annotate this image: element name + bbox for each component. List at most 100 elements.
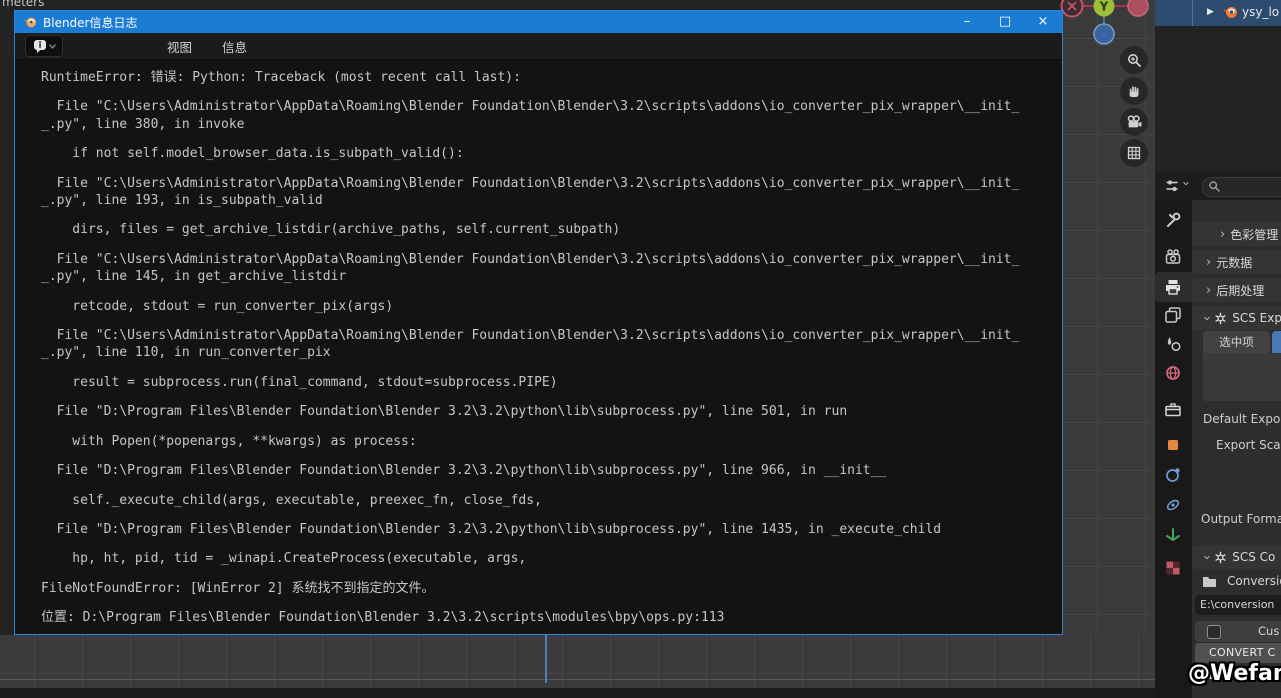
close-button[interactable]: × (1024, 11, 1062, 33)
log-paragraph: File "C:\Users\Administrator\AppData\Roa… (41, 98, 1062, 133)
checkbox-icon[interactable] (1207, 625, 1221, 639)
panel-color-management[interactable]: › 色彩管理 (1192, 222, 1281, 246)
status-bar (0, 688, 1155, 698)
tab-selected-items[interactable]: 选中项 (1203, 331, 1270, 353)
axis-x-neg-icon (1128, 0, 1148, 16)
search-icon (1208, 180, 1221, 193)
axis-z-icon (1094, 24, 1114, 44)
log-paragraph: with Popen(*popenargs, **kwargs) as proc… (41, 433, 1062, 450)
info-editor-icon (33, 39, 47, 54)
chevron-down-icon: › (1200, 315, 1213, 320)
editor-type-button[interactable] (25, 35, 63, 57)
tab-physics-properties[interactable] (1163, 465, 1183, 485)
zoom-in-icon[interactable] (1120, 46, 1148, 74)
panel-scs-export[interactable]: › SCS Exp (1192, 306, 1281, 330)
outliner-separator (1192, 0, 1193, 26)
tab-data-properties[interactable] (1163, 524, 1183, 544)
panel-label: 元数据 (1216, 254, 1252, 271)
conversion-path-row: Conversio (1202, 574, 1281, 588)
panel-label: 色彩管理 (1230, 226, 1278, 243)
chevron-down-icon[interactable]: › (1179, 181, 1192, 186)
viewport-major-gridline (0, 679, 1155, 680)
search-input[interactable] (1202, 177, 1281, 197)
info-log-dialog: Blender信息日志 – □ × 视图 信息 Ru (14, 10, 1063, 635)
tab-constraint-properties[interactable] (1163, 495, 1183, 515)
panel-label: SCS Exp (1232, 311, 1281, 325)
tab-texture-properties[interactable] (1163, 558, 1183, 578)
tab-tool-properties[interactable] (1163, 210, 1183, 230)
conversion-path-label: Conversio (1227, 574, 1281, 588)
log-paragraph: self._execute_child(args, executable, pr… (41, 492, 1062, 509)
folder-icon (1202, 575, 1217, 588)
scs-addon-icon (1214, 312, 1227, 325)
panel-label: 后期处理 (1216, 282, 1264, 299)
blender-app: meters Y (0, 0, 1281, 698)
chevron-right-icon: › (1206, 256, 1211, 269)
default-export-label: Default Expo.. (1203, 412, 1281, 426)
axis-y-icon: Y (1094, 0, 1115, 17)
custom-option-label: Cus (1258, 624, 1279, 638)
chevron-down-icon: › (1200, 554, 1213, 559)
dialog-title: Blender信息日志 (43, 14, 138, 31)
axis-y-label: Y (1099, 0, 1109, 14)
minimize-button[interactable]: – (948, 11, 986, 33)
axis-x-icon (1062, 0, 1083, 17)
panel-metadata[interactable]: › 元数据 (1192, 250, 1281, 274)
log-paragraph: FileNotFoundError: [WinError 2] 系统找不到指定的… (41, 580, 1062, 597)
scs-addon-icon (1214, 551, 1227, 564)
log-paragraph: hp, ht, pid, tid = _winapi.CreateProcess… (41, 550, 1062, 567)
blender-logo-icon (23, 15, 37, 29)
background-panel-text: meters (2, 0, 44, 9)
pan-hand-icon[interactable] (1120, 77, 1148, 105)
dialog-titlebar[interactable]: Blender信息日志 – □ × (15, 11, 1062, 33)
tab-object-properties[interactable] (1163, 435, 1183, 455)
tab-output-properties[interactable] (1163, 277, 1183, 297)
menu-info[interactable]: 信息 (210, 37, 259, 56)
properties-header: › (1155, 172, 1281, 200)
maximize-button[interactable]: □ (986, 11, 1024, 33)
output-format-label: Output Forma (1201, 512, 1281, 526)
convert-current-button[interactable]: CONVERT C (1195, 643, 1281, 663)
log-content: RuntimeError: 错误: Python: Traceback (mos… (15, 60, 1062, 634)
tab-world-properties[interactable] (1163, 363, 1183, 383)
chevron-right-icon: › (1220, 228, 1225, 241)
watermark-text: @Wefans (1188, 661, 1281, 686)
log-paragraph: result = subprocess.run(final_command, s… (41, 374, 1062, 391)
properties-tab-bar (1155, 200, 1192, 698)
log-paragraph: File "D:\Program Files\Blender Foundatio… (41, 521, 1062, 538)
log-paragraph: if not self.model_browser_data.is_subpat… (41, 145, 1062, 162)
log-paragraph: File "C:\Users\Administrator\AppData\Roa… (41, 175, 1062, 210)
tab-scene-properties[interactable] (1163, 334, 1183, 354)
toggle-grid-icon[interactable] (1120, 139, 1148, 167)
log-paragraph: File "C:\Users\Administrator\AppData\Roa… (41, 327, 1062, 362)
chevron-right-icon: › (1206, 284, 1211, 297)
camera-view-icon[interactable] (1120, 108, 1148, 136)
selected-object-outline (545, 635, 547, 683)
viewport-grid-bottom (0, 635, 1155, 688)
custom-option-row[interactable]: Cus (1195, 621, 1281, 642)
log-paragraph: 位置: D:\Program Files\Blender Foundation\… (41, 609, 1062, 626)
export-scale-label: Export Scale (1216, 438, 1281, 452)
tab-next-segment[interactable] (1272, 331, 1281, 353)
menu-view[interactable]: 视图 (155, 37, 204, 56)
outliner-selected-row[interactable]: ▶ ysy_lo (1155, 0, 1281, 26)
log-paragraph: RuntimeError: 错误: Python: Traceback (mos… (41, 69, 1062, 86)
log-paragraph: retcode, stdout = run_converter_pix(args… (41, 298, 1062, 315)
blend-file-icon (1222, 4, 1238, 20)
panel-post-processing[interactable]: › 后期处理 (1192, 278, 1281, 302)
log-paragraph: File "D:\Program Files\Blender Foundatio… (41, 462, 1062, 479)
chevron-down-icon (49, 44, 56, 49)
conversion-path-field[interactable]: E:\conversion (1195, 595, 1281, 615)
viewport-grid-right (1063, 0, 1155, 688)
export-list-box[interactable] (1203, 353, 1281, 401)
tab-collection-properties[interactable] (1163, 400, 1183, 420)
viewport-axis-gizmo[interactable]: Y (1056, 0, 1156, 48)
panel-scs-conversion[interactable]: › SCS Co (1192, 545, 1281, 569)
panel-label: SCS Co (1232, 550, 1275, 564)
properties-panel: › 色彩管理 › 元数据 › 后期处理 › SCS Exp 选中项 Defaul… (1192, 200, 1281, 698)
outliner-item-label[interactable]: ysy_lo (1242, 5, 1279, 19)
tab-render-properties[interactable] (1163, 247, 1183, 267)
tab-view-layer-properties[interactable] (1163, 305, 1183, 325)
expand-arrow-icon[interactable]: ▶ (1207, 7, 1214, 17)
dialog-menubar: 视图 信息 (15, 33, 1062, 60)
